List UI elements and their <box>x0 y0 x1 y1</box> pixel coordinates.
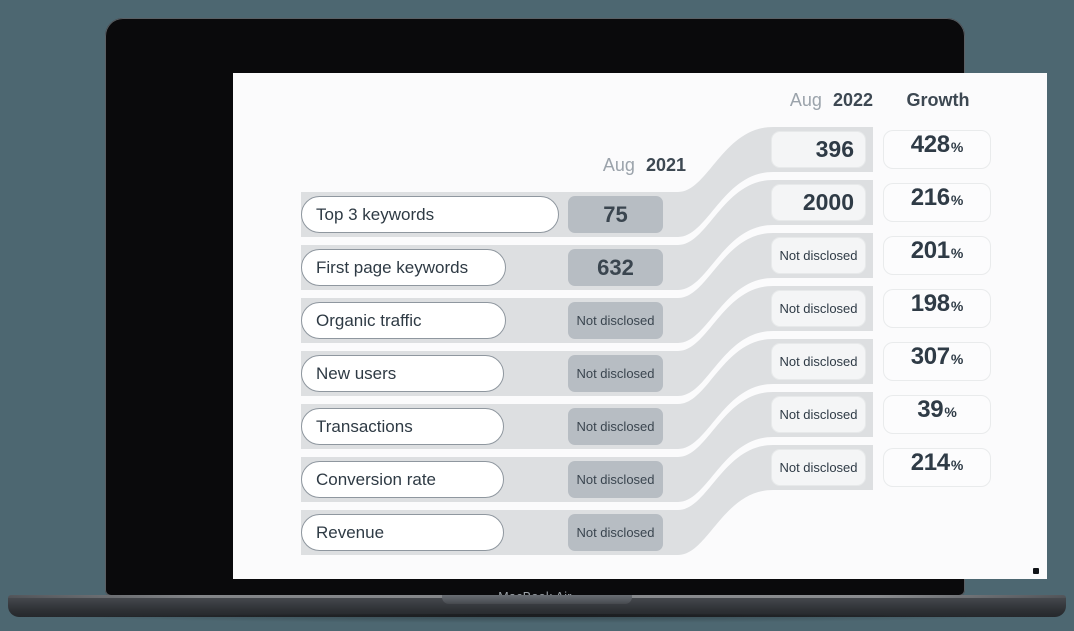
value-chip-aug-2021[interactable]: Not disclosed <box>568 514 663 551</box>
header-2021-month: Aug <box>602 155 635 175</box>
value-chip-aug-2021[interactable]: Not disclosed <box>568 302 663 339</box>
value-chip-aug-2022[interactable]: Not disclosed <box>771 396 866 433</box>
growth-chip[interactable]: 307% <box>883 342 991 381</box>
header-aug-2021: Aug 2021 <box>566 155 686 176</box>
value-chip-aug-2022[interactable]: 2000 <box>771 184 866 221</box>
metric-label-text: Top 3 keywords <box>316 204 435 224</box>
value-aug-2021: Not disclosed <box>576 366 655 381</box>
header-2022-month: Aug <box>789 90 822 110</box>
value-chip-aug-2021[interactable]: 75 <box>568 196 663 233</box>
metric-label-pill[interactable]: Transactions <box>301 408 504 445</box>
value-aug-2021: Not disclosed <box>576 419 655 434</box>
value-chip-aug-2021[interactable]: Not disclosed <box>568 461 663 498</box>
laptop-shadow <box>40 614 1034 623</box>
percent-sign: % <box>950 192 964 208</box>
growth-value: 39 <box>917 396 944 423</box>
value-chip-aug-2021[interactable]: Not disclosed <box>568 408 663 445</box>
growth-value: 428 <box>910 131 950 158</box>
metric-label-pill[interactable]: Revenue <box>301 514 504 551</box>
growth-chip[interactable]: 39% <box>883 395 991 434</box>
percent-sign: % <box>944 404 957 420</box>
header-growth: Growth <box>906 90 970 110</box>
percent-sign: % <box>950 457 964 473</box>
growth-value: 214 <box>910 449 950 476</box>
value-chip-aug-2022[interactable]: Not disclosed <box>771 343 866 380</box>
value-aug-2021: 75 <box>603 201 628 227</box>
laptop-lid: Aug 2021 Aug 2022 Growth Top 3 keywords 7… <box>105 18 1047 604</box>
value-aug-2022: Not disclosed <box>779 407 858 422</box>
metric-label-pill[interactable]: Conversion rate <box>301 461 504 498</box>
value-chip-aug-2022[interactable]: Not disclosed <box>771 449 866 486</box>
growth-chip[interactable]: 428% <box>883 130 991 169</box>
value-aug-2021: Not disclosed <box>576 313 655 328</box>
growth-value: 198 <box>910 290 950 317</box>
growth-chip[interactable]: 216% <box>883 183 991 222</box>
growth-chip[interactable]: 201% <box>883 236 991 275</box>
value-chip-aug-2022[interactable]: Not disclosed <box>771 290 866 327</box>
value-chip-aug-2022[interactable]: Not disclosed <box>771 237 866 274</box>
metric-label-pill[interactable]: Organic traffic <box>301 302 506 339</box>
value-aug-2022: Not disclosed <box>779 301 858 316</box>
value-aug-2022: Not disclosed <box>779 354 858 369</box>
header-2021-year: 2021 <box>645 155 686 175</box>
metric-label-pill[interactable]: New users <box>301 355 504 392</box>
percent-sign: % <box>950 298 964 314</box>
growth-value: 216 <box>910 184 950 211</box>
cursor-dot <box>1033 568 1039 574</box>
metric-label-text: Revenue <box>316 522 385 542</box>
header-aug-2022: Aug 2022 <box>753 90 873 111</box>
metric-label-text: New users <box>316 363 397 383</box>
metric-label-text: First page keywords <box>316 257 469 277</box>
header-2022-year: 2022 <box>832 90 873 110</box>
laptop-base-notch <box>442 595 632 604</box>
laptop-screen: Aug 2021 Aug 2022 Growth Top 3 keywords 7… <box>233 73 1047 579</box>
value-aug-2022: Not disclosed <box>779 248 858 263</box>
value-chip-aug-2021[interactable]: Not disclosed <box>568 355 663 392</box>
value-aug-2021: 632 <box>597 254 634 280</box>
value-aug-2022: 2000 <box>802 189 854 215</box>
percent-sign: % <box>950 245 964 261</box>
laptop-mockup: Aug 2021 Aug 2022 Growth Top 3 keywords 7… <box>0 0 1074 631</box>
metric-label-text: Transactions <box>316 416 413 436</box>
value-aug-2021: Not disclosed <box>576 472 655 487</box>
growth-chip[interactable]: 198% <box>883 289 991 328</box>
value-aug-2022: 396 <box>815 136 854 162</box>
value-aug-2021: Not disclosed <box>576 525 655 540</box>
percent-sign: % <box>950 351 964 367</box>
percent-sign: % <box>950 139 964 155</box>
metric-label-pill[interactable]: Top 3 keywords <box>301 196 559 233</box>
value-aug-2022: Not disclosed <box>779 460 858 475</box>
growth-value: 201 <box>910 237 950 264</box>
seo-flow-diagram: Aug 2021 Aug 2022 Growth Top 3 keywords 7… <box>233 73 1047 579</box>
growth-chip[interactable]: 214% <box>883 448 991 487</box>
metric-label-pill[interactable]: First page keywords <box>301 249 506 286</box>
value-chip-aug-2021[interactable]: 632 <box>568 249 663 286</box>
value-chip-aug-2022[interactable]: 396 <box>771 131 866 168</box>
metric-label-text: Organic traffic <box>316 310 422 330</box>
growth-value: 307 <box>910 343 950 370</box>
metric-label-text: Conversion rate <box>316 469 437 489</box>
